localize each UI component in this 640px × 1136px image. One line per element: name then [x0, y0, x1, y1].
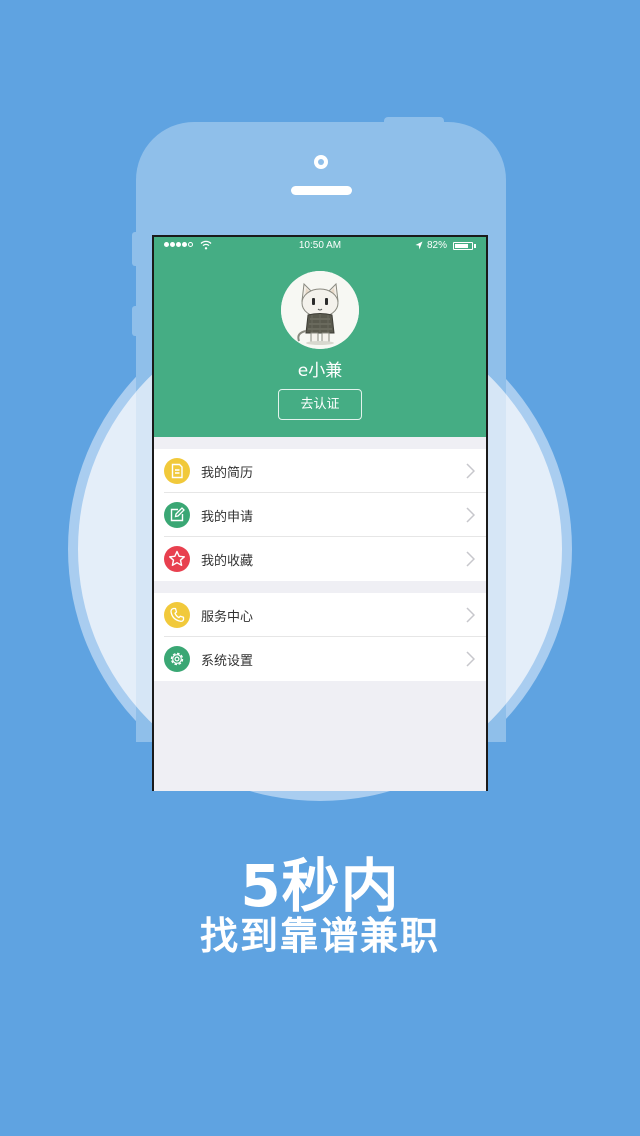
cat-avatar-illustration: [281, 271, 359, 349]
menu-group-personal: 我的简历 我的申请 我的收藏: [154, 449, 486, 581]
phone-screen: 10:50 AM 82% e小兼 去认证 我的简历 我的申请 我的收藏 服务中心…: [154, 237, 486, 791]
status-bar: 10:50 AM 82%: [154, 237, 486, 255]
chevron-right-icon: [466, 507, 475, 523]
menu-item-service-center[interactable]: 服务中心: [154, 593, 486, 637]
chevron-right-icon: [466, 607, 475, 623]
battery-percent: 82%: [427, 240, 448, 251]
battery-icon: [453, 242, 473, 250]
chevron-right-icon: [466, 463, 475, 479]
tagline-subheadline: 找到靠谱兼职: [199, 914, 440, 958]
user-name: e小兼: [297, 361, 343, 381]
menu-group-system: 服务中心 系统设置: [154, 593, 486, 681]
profile-header: 10:50 AM 82% e小兼 去认证: [154, 237, 486, 437]
avatar[interactable]: [281, 271, 359, 349]
menu-label-service-center: 服务中心: [201, 610, 254, 625]
gear-icon: [164, 646, 190, 672]
phone-screen-frame: 10:50 AM 82% e小兼 去认证 我的简历 我的申请 我的收藏 服务中心…: [152, 235, 488, 791]
menu-item-favorites[interactable]: 我的收藏: [154, 537, 486, 581]
menu-item-applications[interactable]: 我的申请: [154, 493, 486, 537]
phone-speaker: [291, 186, 352, 195]
menu-label-settings: 系统设置: [201, 654, 254, 669]
edit-icon: [164, 502, 190, 528]
location-arrow-icon: [415, 241, 423, 250]
phone-icon: [164, 602, 190, 628]
menu-item-settings[interactable]: 系统设置: [154, 637, 486, 681]
verify-button[interactable]: 去认证: [278, 389, 362, 420]
menu-label-applications: 我的申请: [201, 510, 254, 525]
menu-label-favorites: 我的收藏: [201, 554, 254, 569]
menu-item-resume[interactable]: 我的简历: [154, 449, 486, 493]
phone-camera: [314, 155, 328, 169]
star-icon: [164, 546, 190, 572]
chevron-right-icon: [466, 551, 475, 567]
resume-icon: [164, 458, 190, 484]
chevron-right-icon: [466, 651, 475, 667]
menu-label-resume: 我的简历: [201, 466, 254, 481]
